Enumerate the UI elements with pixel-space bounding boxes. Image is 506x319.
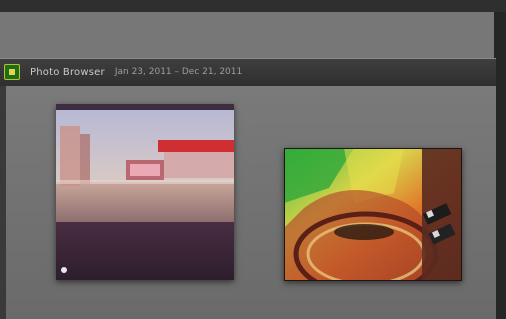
photo-thumbnail-street[interactable] <box>56 104 234 280</box>
top-edge-strip <box>0 0 506 12</box>
window-title-bar[interactable]: Photo Browser Jan 23, 2011 – Dec 21, 201… <box>0 58 496 86</box>
window-background <box>0 12 506 58</box>
window-title: Photo Browser <box>30 66 105 78</box>
photo-app-icon[interactable] <box>4 64 20 80</box>
photo-thumbnail-painting[interactable] <box>284 148 462 281</box>
painting-photo-image <box>284 148 462 281</box>
window-date-range: Jan 23, 2011 – Dec 21, 2011 <box>114 67 243 77</box>
street-photo-image <box>56 104 234 280</box>
photo-grid-panel <box>6 86 496 319</box>
